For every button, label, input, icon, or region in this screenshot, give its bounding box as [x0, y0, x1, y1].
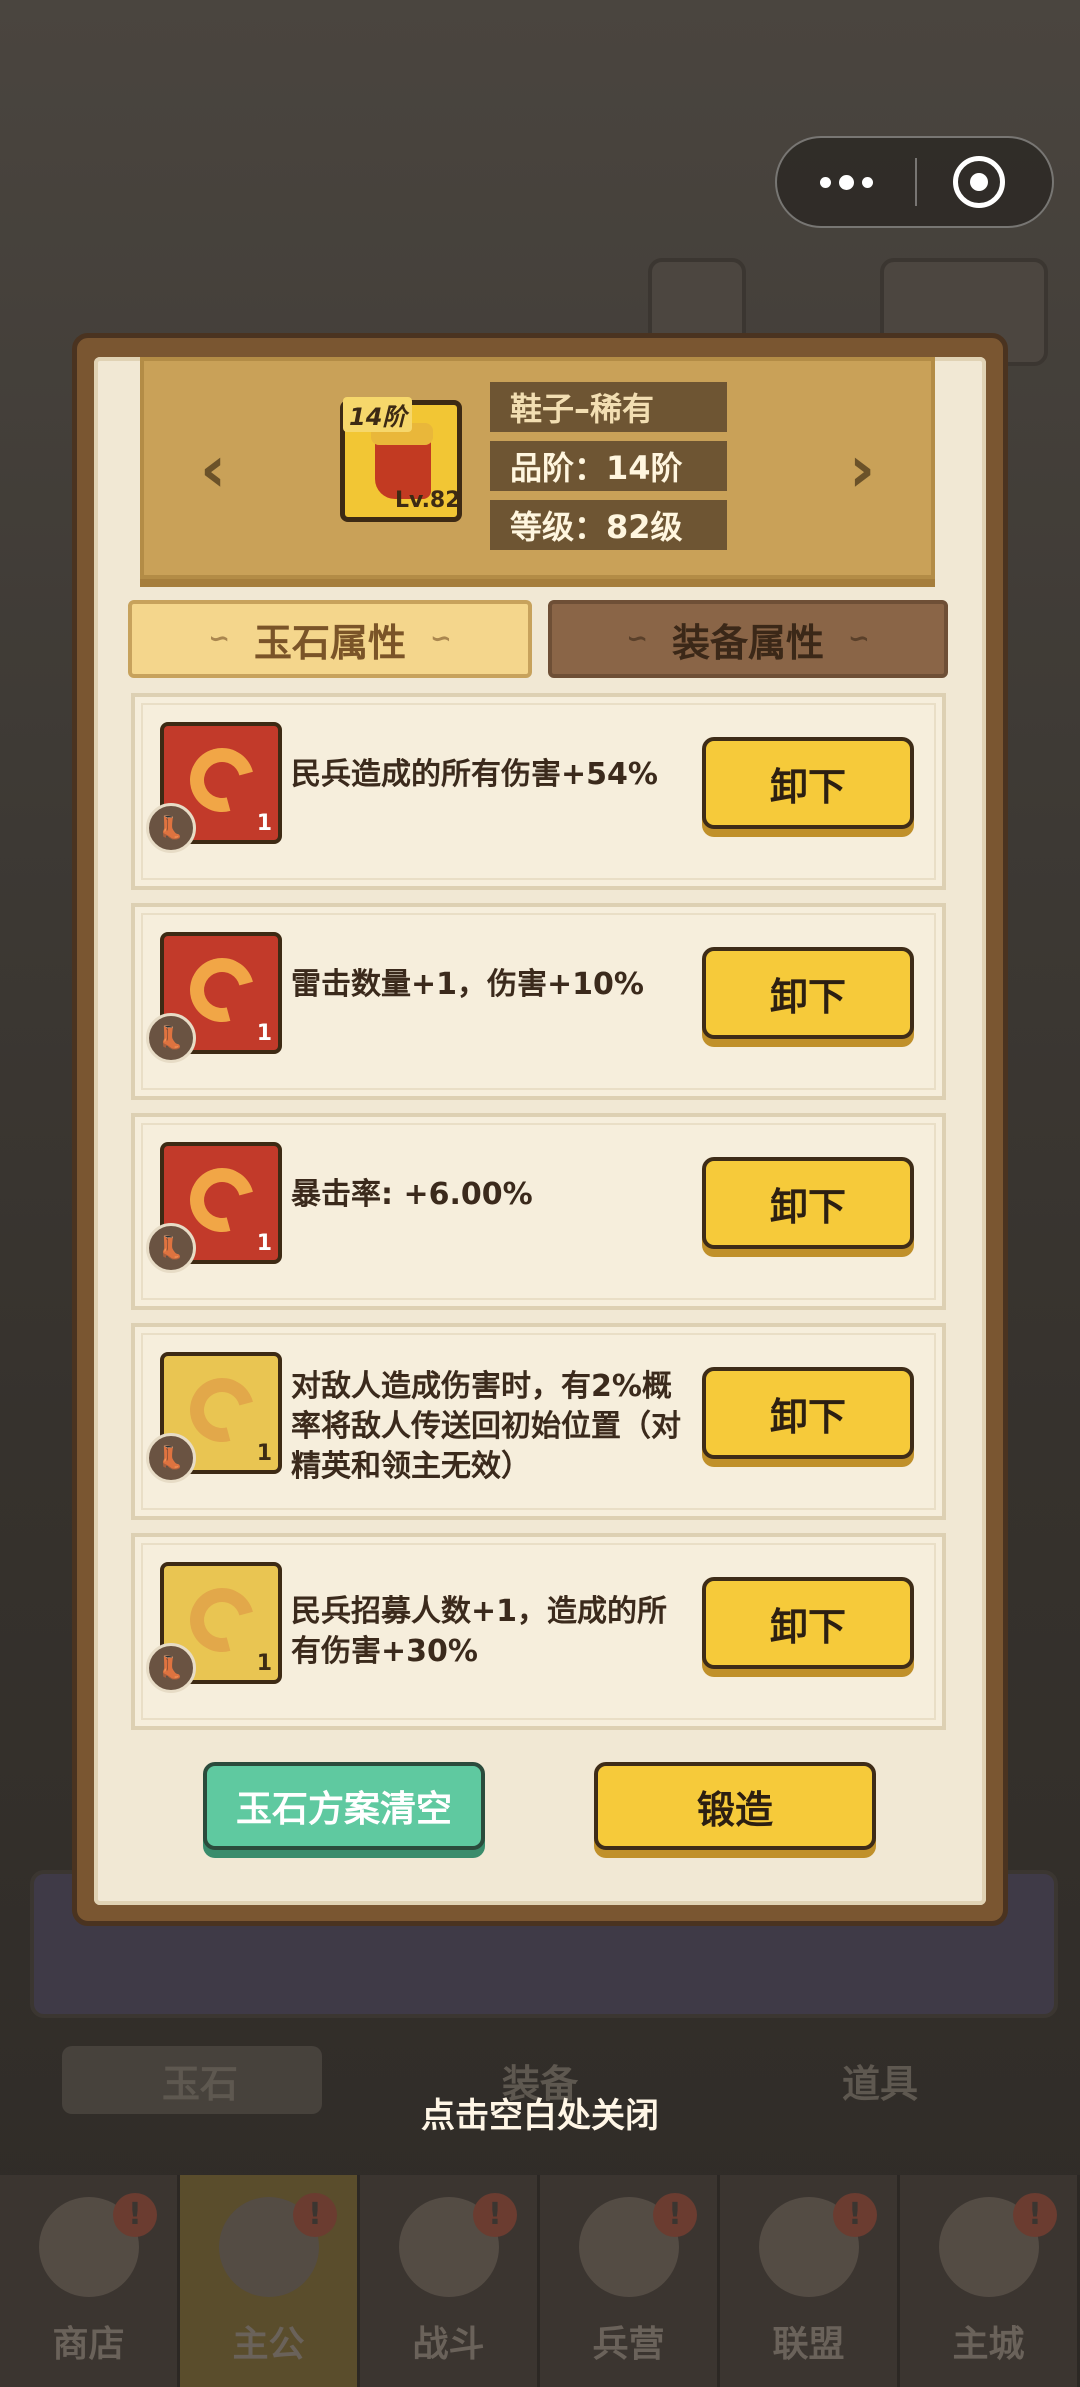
boot-slot-icon: 👢: [146, 1223, 196, 1273]
alert-icon: !: [113, 2193, 157, 2237]
nav-alliance[interactable]: ! 联盟: [720, 2175, 900, 2387]
more-button[interactable]: [777, 138, 915, 226]
alert-icon: !: [833, 2193, 877, 2237]
unequip-button[interactable]: 卸下: [702, 1577, 914, 1669]
forge-button[interactable]: 锻造: [594, 1762, 876, 1850]
alert-icon: !: [293, 2193, 337, 2237]
prev-equipment-button[interactable]: ‹: [183, 433, 243, 507]
nav-barracks[interactable]: ! 兵营: [540, 2175, 720, 2387]
swirl-jade-icon: [178, 946, 266, 1034]
tab-jade-attributes[interactable]: ∽ 玉石属性 ∽: [128, 600, 532, 678]
nav-label: 联盟: [772, 2324, 845, 2365]
jade-count: 1: [256, 1231, 272, 1256]
clear-jade-plan-button[interactable]: 玉石方案清空: [203, 1762, 485, 1850]
alert-icon: !: [653, 2193, 697, 2237]
unequip-button[interactable]: 卸下: [702, 737, 914, 829]
jade-count: 1: [256, 1441, 272, 1466]
ornament-icon: ∽: [848, 624, 870, 654]
close-miniprogram-button[interactable]: [953, 156, 1005, 208]
nav-lord[interactable]: ! 主公: [180, 2175, 360, 2387]
nav-label: 战斗: [412, 2324, 485, 2365]
jade-row: 1 👢 暴击率: +6.00% 卸下: [131, 1113, 946, 1310]
more-dots-icon: [838, 174, 854, 190]
nav-label: 主城: [952, 2324, 1025, 2365]
jade-row: 1 👢 对敌人造成伤害时，有2%概率将敌人传送回初始位置（对精英和领主无效） 卸…: [131, 1323, 946, 1520]
swirl-jade-icon: [178, 1576, 266, 1664]
nav-label: 兵营: [592, 2324, 665, 2365]
boot-slot-icon: 👢: [146, 1013, 196, 1063]
nav-label: 主公: [232, 2324, 305, 2365]
capsule-divider: [915, 158, 917, 206]
bottom-nav: ! 商店 ! 主公 ! 战斗 ! 兵营 ! 联盟 ! 主城: [0, 2175, 1080, 2387]
jade-count: 1: [256, 1021, 272, 1046]
equipment-name: 鞋子–稀有: [490, 382, 727, 432]
jade-row: 1 👢 雷击数量+1，伤害+10% 卸下: [131, 903, 946, 1100]
chevron-left-icon: ‹: [199, 433, 227, 507]
level-badge: Lv.82: [395, 488, 461, 513]
ornament-icon: ∽: [430, 624, 452, 654]
tab-label: 玉石属性: [253, 620, 406, 665]
ornament-icon: ∽: [626, 624, 648, 654]
miniprogram-capsule: [775, 136, 1054, 228]
equipment-grade: 品阶：14阶: [490, 441, 727, 491]
nav-main-city[interactable]: ! 主城: [900, 2175, 1080, 2387]
target-close-icon: [970, 173, 988, 191]
swirl-jade-icon: [178, 736, 266, 824]
unequip-button[interactable]: 卸下: [702, 1367, 914, 1459]
equipment-level: 等级：82级: [490, 500, 727, 550]
jade-row: 1 👢 民兵招募人数+1，造成的所有伤害+30% 卸下: [131, 1533, 946, 1730]
swirl-jade-icon: [178, 1156, 266, 1244]
jade-row: 1 👢 民兵造成的所有伤害+54% 卸下: [131, 693, 946, 890]
jade-count: 1: [256, 1651, 272, 1676]
alert-icon: !: [473, 2193, 517, 2237]
close-hint[interactable]: 点击空白处关闭: [0, 2088, 1080, 2137]
unequip-button[interactable]: 卸下: [702, 947, 914, 1039]
more-dots-icon: [819, 176, 831, 188]
nav-battle[interactable]: ! 战斗: [360, 2175, 540, 2387]
jade-description: 对敌人造成伤害时，有2%概率将敌人传送回初始位置（对精英和领主无效）: [291, 1369, 681, 1484]
tier-badge: 14阶: [343, 397, 413, 432]
jade-description: 民兵招募人数+1，造成的所有伤害+30%: [291, 1594, 668, 1669]
unequip-button[interactable]: 卸下: [702, 1157, 914, 1249]
boot-slot-icon: 👢: [146, 1643, 196, 1693]
boot-slot-icon: 👢: [146, 803, 196, 853]
nav-label: 商店: [52, 2324, 125, 2365]
tab-label: 装备属性: [671, 620, 824, 665]
chevron-right-icon: ›: [848, 433, 876, 507]
nav-shop[interactable]: ! 商店: [0, 2175, 180, 2387]
jade-description: 雷击数量+1，伤害+10%: [291, 967, 644, 1002]
boot-slot-icon: 👢: [146, 1433, 196, 1483]
alert-icon: !: [1013, 2193, 1057, 2237]
jade-count: 1: [256, 811, 272, 836]
more-dots-icon: [861, 176, 873, 188]
ornament-icon: ∽: [208, 624, 230, 654]
tab-equipment-attributes[interactable]: ∽ 装备属性 ∽: [548, 600, 948, 678]
jade-description: 暴击率: +6.00%: [291, 1177, 533, 1212]
jade-description: 民兵造成的所有伤害+54%: [291, 757, 658, 792]
next-equipment-button[interactable]: ›: [832, 433, 892, 507]
swirl-jade-icon: [178, 1366, 266, 1454]
